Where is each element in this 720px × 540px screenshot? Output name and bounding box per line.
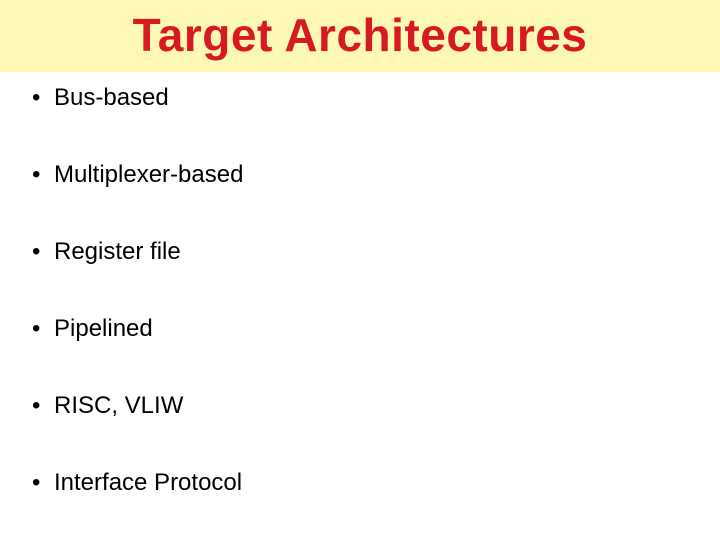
list-item: Multiplexer-based [30,161,690,189]
content-area: Bus-based Multiplexer-based Register fil… [0,72,720,497]
list-item: Interface Protocol [30,469,690,497]
list-item: RISC, VLIW [30,392,690,420]
list-item: Bus-based [30,84,690,112]
list-item: Pipelined [30,315,690,343]
list-item: Register file [30,238,690,266]
slide-title: Target Architectures [0,8,720,62]
title-bar: Target Architectures [0,0,720,72]
bullet-list: Bus-based Multiplexer-based Register fil… [30,84,690,497]
